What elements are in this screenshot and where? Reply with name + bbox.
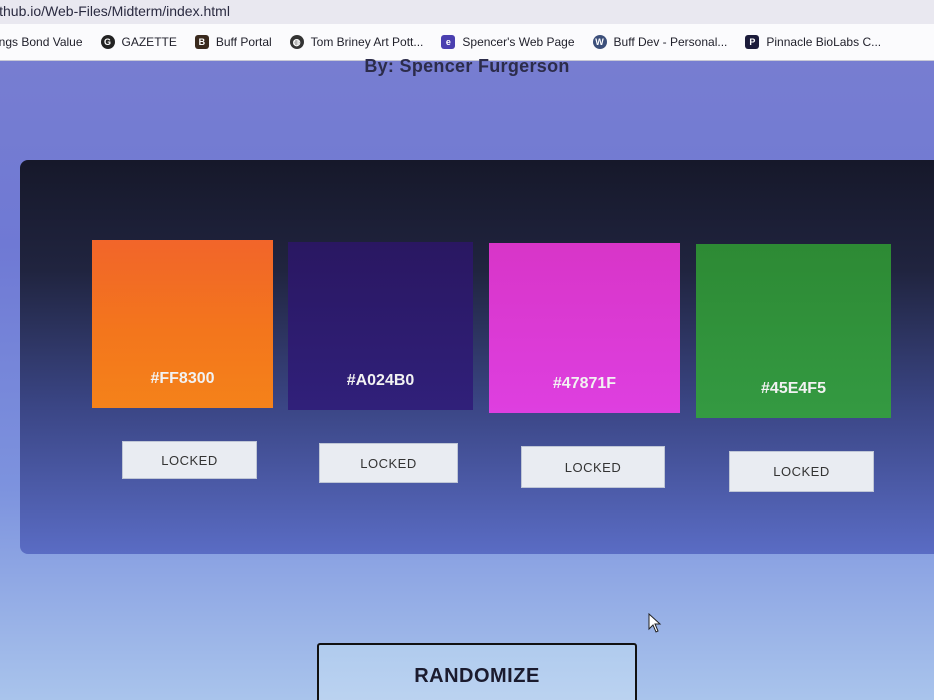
- swatch-hex-label: #A024B0: [346, 372, 415, 389]
- lock-button[interactable]: LOCKED: [122, 441, 257, 479]
- buff-portal-icon: B: [194, 35, 209, 49]
- swatch-hex-label: #47871F: [552, 375, 617, 392]
- bookmark-label: Buff Dev - Personal...: [613, 35, 728, 49]
- address-bar[interactable]: ithub.io/Web-Files/Midterm/index.html: [0, 0, 934, 24]
- lock-button[interactable]: LOCKED: [319, 443, 458, 483]
- url-text: ithub.io/Web-Files/Midterm/index.html: [0, 3, 230, 19]
- lock-button-label: LOCKED: [360, 455, 417, 471]
- swatch-hex-label: #45E4F5: [761, 380, 826, 397]
- color-swatch[interactable]: #FF8300: [92, 240, 273, 408]
- gazette-icon: G: [100, 35, 115, 49]
- lock-button[interactable]: LOCKED: [729, 451, 874, 492]
- author-byline: By: Spencer Furgerson: [364, 56, 570, 76]
- wordpress-icon: W: [592, 35, 607, 49]
- bookmark-spencers-web-page[interactable]: e Spencer's Web Page: [441, 35, 575, 49]
- bookmark-label: GAZETTE: [121, 35, 177, 49]
- lock-button[interactable]: LOCKED: [521, 446, 665, 488]
- color-swatch[interactable]: #A024B0: [288, 242, 473, 410]
- randomize-button-label: RANDOMIZE: [414, 665, 540, 687]
- bookmark-label: Pinnacle BioLabs C...: [766, 35, 882, 49]
- randomize-button[interactable]: RANDOMIZE: [317, 643, 637, 700]
- pinnacle-icon: P: [745, 35, 760, 49]
- bookmark-buff-portal[interactable]: B Buff Portal: [194, 35, 272, 49]
- lock-button-label: LOCKED: [161, 452, 218, 468]
- lock-button-label: LOCKED: [564, 459, 622, 475]
- globe-icon: ◍: [289, 35, 304, 49]
- bookmark-buff-dev[interactable]: W Buff Dev - Personal...: [592, 35, 728, 49]
- bookmark-label: ings Bond Value: [0, 35, 83, 49]
- swatch-hex-label: #FF8300: [150, 370, 215, 387]
- mouse-cursor-icon: [648, 613, 662, 633]
- color-swatch[interactable]: #47871F: [489, 243, 680, 413]
- web-page-icon: e: [441, 35, 456, 49]
- bookmark-tom-briney[interactable]: ◍ Tom Briney Art Pott...: [289, 35, 424, 49]
- bookmark-bond-value[interactable]: ings Bond Value: [0, 35, 83, 49]
- lock-button-label: LOCKED: [773, 464, 830, 479]
- color-swatch[interactable]: #45E4F5: [696, 244, 891, 418]
- bookmark-label: Tom Briney Art Pott...: [310, 35, 424, 49]
- bookmark-label: Spencer's Web Page: [462, 35, 575, 49]
- bookmark-label: Buff Portal: [215, 35, 272, 49]
- bookmark-pinnacle[interactable]: P Pinnacle BioLabs C...: [745, 35, 881, 49]
- bookmark-gazette[interactable]: G GAZETTE: [100, 35, 177, 49]
